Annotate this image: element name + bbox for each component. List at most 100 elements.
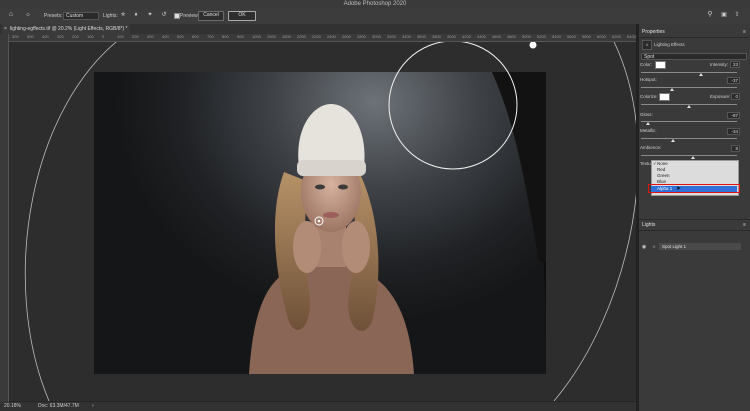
colorize-label: Colorize: — [640, 94, 658, 99]
ruler-tick-label: 400 — [162, 34, 169, 39]
ruler-tick-label: 2600 — [342, 34, 351, 39]
ruler-tick-label: 1500 — [267, 34, 276, 39]
ruler-tick-label: 5200 — [537, 34, 546, 39]
lights-divider — [639, 219, 750, 220]
ruler-tick-label: 4400 — [477, 34, 486, 39]
ruler-tick-label: 700 — [207, 34, 214, 39]
eye-icon[interactable]: ◉ — [641, 243, 647, 250]
document-info: Doc: 63.3M/47.7M — [38, 403, 79, 409]
ruler-tick-label: 4000 — [447, 34, 456, 39]
intensity-slider[interactable] — [641, 72, 737, 73]
share-icon[interactable]: ⇧ — [733, 11, 741, 20]
light-intensity-handle[interactable] — [529, 41, 537, 49]
ruler-tick-label: 100 — [117, 34, 124, 39]
intensity-slider-thumb[interactable] — [698, 73, 703, 76]
ruler-tick-label: 5400 — [552, 34, 561, 39]
zoom-level[interactable]: 20.18% — [4, 402, 21, 411]
ruler-tick-label: 3600 — [417, 34, 426, 39]
lights-divider-2 — [639, 230, 750, 231]
hotspot-slider-thumb[interactable] — [669, 88, 674, 91]
gloss-label: Gloss: — [640, 112, 653, 117]
light-type-select[interactable]: Spot — [641, 53, 747, 60]
ruler-tick-label: 4800 — [507, 34, 516, 39]
texture-option-none[interactable]: None — [657, 161, 668, 166]
ruler-tick-label: 3800 — [432, 34, 441, 39]
ruler-tick-label: 200 — [132, 34, 139, 39]
metallic-slider-thumb[interactable] — [670, 139, 675, 142]
lights-list-item[interactable]: Spot Light 1 — [659, 243, 741, 250]
add-infinite-light-icon[interactable]: ✦ — [146, 11, 154, 20]
ruler-tick-label: 6000 — [597, 34, 606, 39]
reset-light-icon[interactable]: ↺ — [160, 11, 168, 20]
ruler-tick-label: 3200 — [387, 34, 396, 39]
color-swatch[interactable] — [655, 61, 666, 69]
close-tab-icon[interactable]: × — [3, 25, 8, 33]
section-title: Lighting Effects — [654, 42, 685, 47]
gloss-slider[interactable] — [641, 121, 737, 122]
ruler-tick-label: 900 — [237, 34, 244, 39]
metallic-label: Metallic: — [640, 128, 657, 133]
ruler-tick-label: 500 — [27, 34, 34, 39]
ambience-label: Ambience: — [640, 145, 662, 150]
ruler-tick-label: 300 — [12, 34, 19, 39]
exposure-label: Exposure: — [710, 94, 731, 99]
preview-label: Preview — [180, 13, 198, 19]
ruler-tick-label: 5600 — [567, 34, 576, 39]
ruler-tick-label: 300 — [57, 34, 64, 39]
presets-label: Presets: — [44, 13, 63, 19]
ambience-slider[interactable] — [641, 155, 737, 156]
light-tool-icon[interactable]: ☼ — [24, 11, 32, 20]
ruler-left — [0, 34, 9, 402]
texture-option-red[interactable]: Red — [657, 167, 665, 172]
status-bar: 20.18% Doc: 63.3M/47.7M › — [0, 402, 636, 411]
ruler-tick-label: 400 — [42, 34, 49, 39]
ruler-tick-label: 5000 — [522, 34, 531, 39]
workspace-icon[interactable]: ▣ — [720, 11, 728, 20]
document-tab-title: lighting-egffects.tif @ 20.2% (Light Eff… — [10, 26, 128, 32]
ruler-tick-label: 4600 — [492, 34, 501, 39]
intensity-label: Intensity: — [710, 62, 729, 67]
cancel-button[interactable]: Cancel — [198, 11, 224, 21]
texture-option-green[interactable]: Green — [657, 173, 670, 178]
ruler-tick-label: 2800 — [357, 34, 366, 39]
ruler-tick-label: 600 — [192, 34, 199, 39]
light-center-handle[interactable] — [315, 217, 325, 227]
hotspot-slider[interactable] — [641, 87, 737, 88]
ruler-tick-label: 300 — [147, 34, 154, 39]
panel-divider-line — [639, 37, 750, 38]
ambience-slider-thumb[interactable] — [690, 156, 695, 159]
ruler-tick-label: 1000 — [252, 34, 261, 39]
exposure-slider-thumb[interactable] — [687, 105, 691, 108]
presets-select[interactable]: Custom — [63, 12, 99, 20]
ruler-tick-label: 3000 — [372, 34, 381, 39]
hotspot-value[interactable]: -37 — [727, 77, 740, 84]
ambience-value[interactable]: 8 — [731, 145, 740, 152]
colorize-swatch[interactable] — [659, 93, 670, 101]
ok-button[interactable]: OK — [228, 11, 256, 21]
metallic-value[interactable]: -34 — [727, 128, 740, 135]
lights-panel-menu-icon[interactable]: ≡ — [741, 221, 748, 228]
hotspot-label: Hotspot: — [640, 77, 657, 82]
properties-title[interactable]: Properties — [642, 28, 665, 36]
lights-label: Lights: — [103, 13, 118, 19]
ruler-tick-label: 500 — [177, 34, 184, 39]
metallic-slider[interactable] — [641, 138, 737, 139]
add-spot-light-icon[interactable]: ♦ — [132, 11, 140, 20]
ruler-tick-label: 2000 — [297, 34, 306, 39]
ruler-tick-label: 0 — [102, 34, 105, 39]
add-point-light-icon[interactable]: ✯ — [119, 11, 127, 20]
ruler-tick-label: 100 — [87, 34, 94, 39]
lights-title[interactable]: Lights — [642, 221, 655, 229]
home-icon[interactable]: ⌂ — [7, 11, 15, 20]
gloss-slider-thumb[interactable] — [645, 122, 650, 125]
exposure-value[interactable]: 0 — [731, 93, 740, 100]
app-title: Adobe Photoshop 2020 — [343, 1, 407, 7]
intensity-value[interactable]: 23 — [730, 61, 740, 68]
gloss-value[interactable]: -87 — [727, 112, 740, 119]
ruler-tick-label: 1800 — [282, 34, 291, 39]
panel-menu-icon[interactable]: ≡ — [741, 28, 748, 35]
document-tab[interactable]: lighting-egffects.tif @ 20.2% (Light Eff… — [2, 24, 130, 34]
color-label: Color: — [640, 62, 653, 67]
search-icon[interactable]: ⚲ — [706, 11, 714, 20]
status-arrow-icon[interactable]: › — [92, 402, 94, 411]
